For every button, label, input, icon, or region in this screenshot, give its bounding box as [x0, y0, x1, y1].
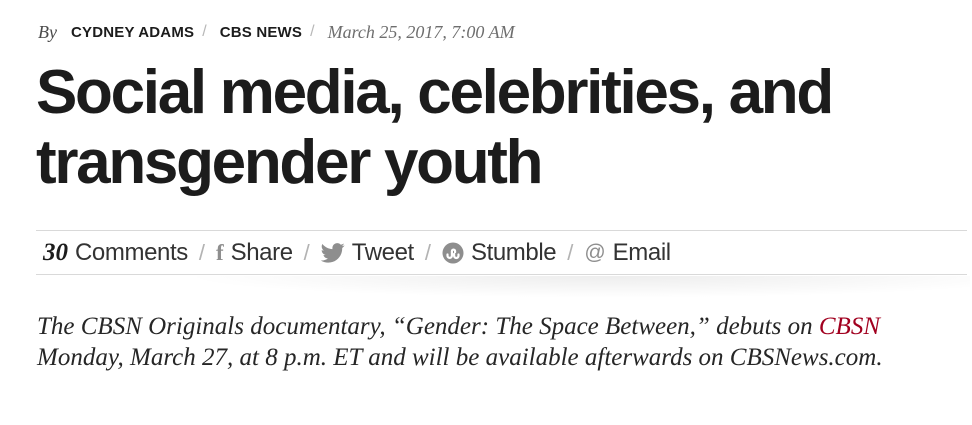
divider-shadow	[180, 276, 970, 298]
stumble-button[interactable]: Stumble	[471, 239, 557, 267]
dek-text-end: Monday, March 27, at 8 p.m. ET and will …	[37, 344, 883, 371]
headline: Social media, celebrities, and transgend…	[36, 58, 834, 197]
facebook-icon[interactable]: f	[216, 241, 224, 264]
source-link[interactable]: CBS NEWS	[220, 24, 302, 41]
tweet-button[interactable]: Tweet	[352, 239, 414, 267]
email-button[interactable]: Email	[613, 239, 671, 267]
stumbleupon-icon[interactable]	[442, 242, 464, 264]
byline: By CYDNEY ADAMS / CBS NEWS / March 25, 2…	[38, 20, 515, 44]
byline-separator: /	[202, 23, 207, 40]
byline-by: By	[38, 21, 57, 42]
share-bar: 30 Comments / f Share / Tweet / Stumble …	[36, 230, 967, 275]
share-separator: /	[303, 239, 310, 265]
share-separator: /	[567, 239, 574, 265]
comments-link[interactable]: Comments	[75, 239, 188, 267]
comment-count[interactable]: 30	[43, 239, 68, 267]
twitter-icon[interactable]	[320, 242, 345, 263]
at-icon[interactable]: @	[584, 242, 605, 263]
cbsn-link[interactable]: CBSN	[819, 313, 880, 340]
publish-date: March 25, 2017, 7:00 AM	[327, 21, 515, 42]
byline-separator: /	[310, 23, 315, 40]
share-separator: /	[424, 239, 431, 265]
share-button[interactable]: Share	[231, 239, 293, 267]
share-separator: /	[198, 239, 205, 265]
article-dek: The CBSN Originals documentary, “Gender:…	[37, 311, 962, 373]
dek-text-start: The CBSN Originals documentary, “Gender:…	[37, 313, 819, 340]
author-link[interactable]: CYDNEY ADAMS	[71, 24, 194, 41]
